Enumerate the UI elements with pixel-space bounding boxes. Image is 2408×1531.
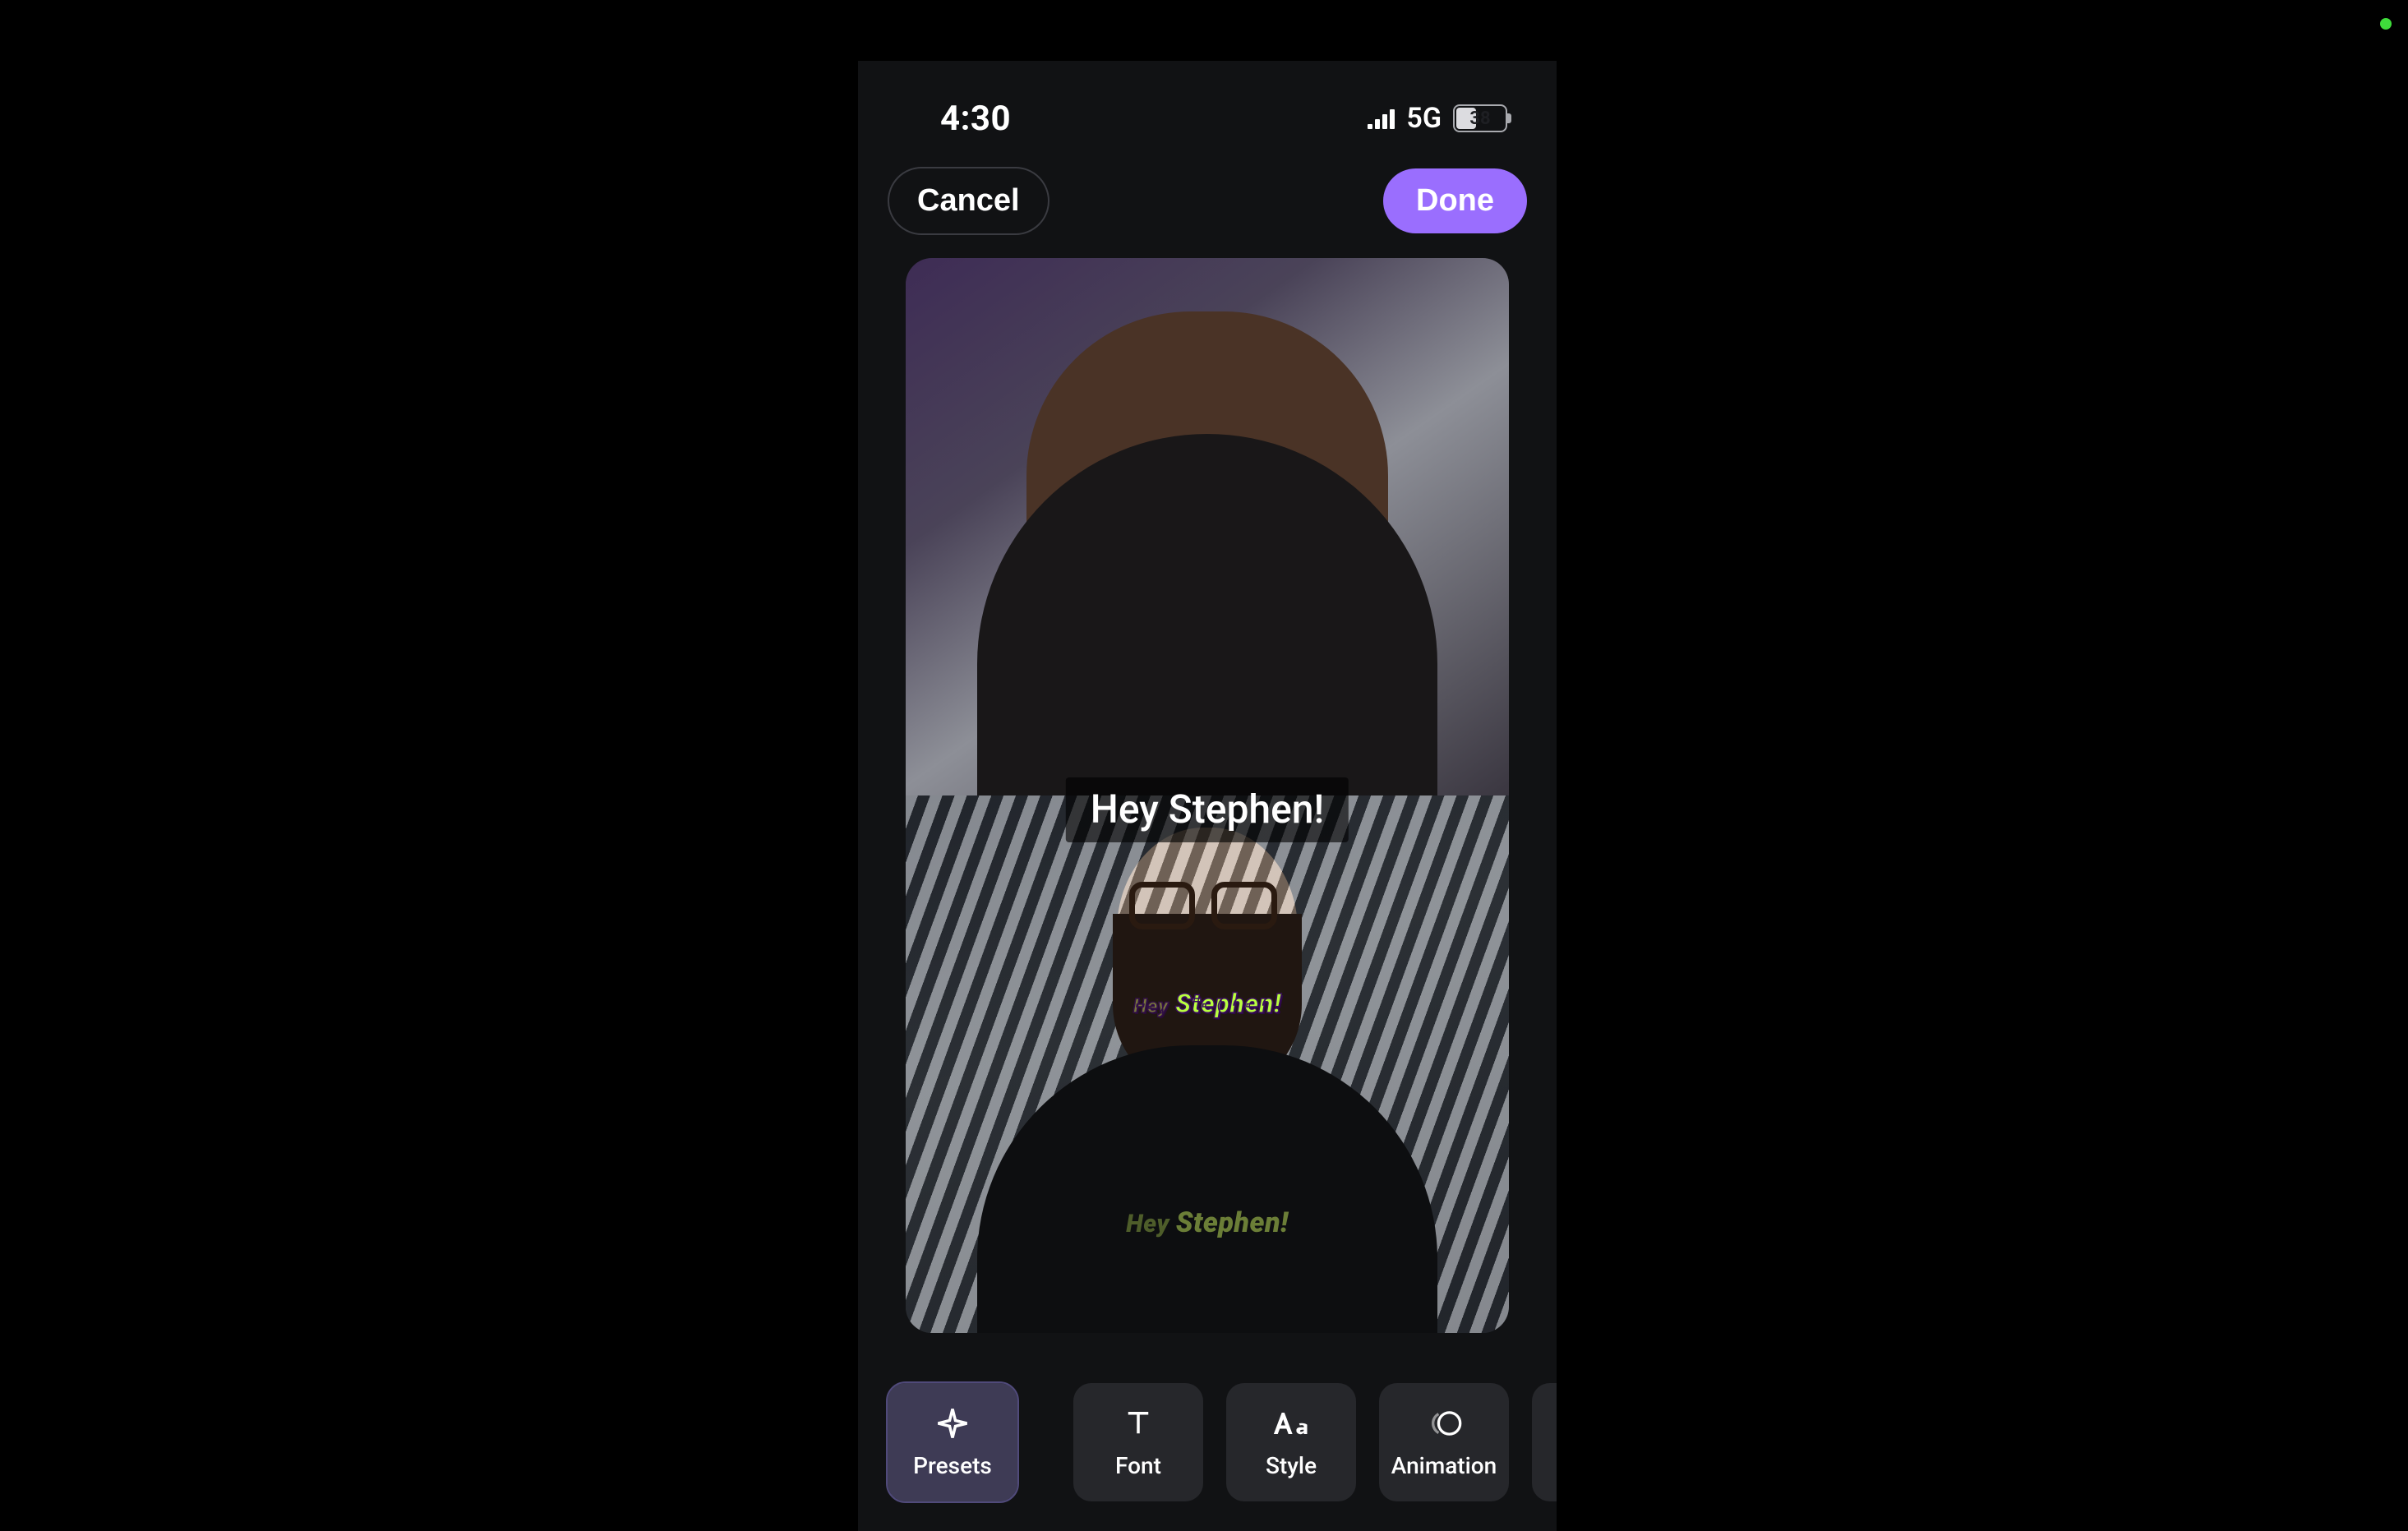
battery-percent: 38	[1469, 108, 1490, 129]
status-indicators: 5G 38	[1368, 102, 1507, 135]
sparkle-icon	[935, 1406, 970, 1441]
phone-screen: 4:30 5G 38 Cancel Done	[858, 61, 1557, 1531]
caption-word-hey: Hey	[1133, 994, 1168, 1017]
tool-label: Style	[1266, 1452, 1317, 1479]
battery-icon: 38	[1453, 104, 1507, 132]
caption-toolbar[interactable]: Presets Font Style Animation	[888, 1383, 1557, 1501]
caption-word-hey: Hey	[1126, 1210, 1169, 1238]
background-pattern	[906, 795, 1509, 1333]
app-stage: 4:30 5G 38 Cancel Done	[0, 0, 2408, 1531]
editor-nav: Cancel Done	[858, 159, 1557, 242]
signal-bars-icon	[1368, 108, 1395, 129]
tool-font[interactable]: Font	[1073, 1383, 1203, 1501]
tool-style[interactable]: Style	[1226, 1383, 1356, 1501]
status-bar: 4:30 5G 38	[858, 85, 1557, 151]
caption-preset-muted[interactable]: Hey Stephen!	[1126, 1206, 1288, 1239]
video-preview[interactable]: Hey Stephen! Hey Stephen! Hey Stephen!	[906, 258, 1509, 1333]
person-silhouette	[1026, 311, 1388, 837]
preview-speaker-2	[906, 795, 1509, 1333]
motion-circles-icon	[1425, 1406, 1463, 1441]
cancel-button[interactable]: Cancel	[888, 167, 1049, 235]
caption-preset-neon[interactable]: Hey Stephen!	[1133, 988, 1281, 1019]
done-button[interactable]: Done	[1383, 168, 1527, 233]
text-type-icon	[1121, 1406, 1156, 1441]
tool-label: Presets	[913, 1452, 992, 1479]
status-time: 4:30	[940, 99, 1011, 139]
caption-word-stephen: Stephen!	[1176, 1206, 1289, 1239]
tool-next-peek[interactable]	[1532, 1383, 1557, 1501]
tool-animation[interactable]: Animation	[1379, 1383, 1509, 1501]
tool-label: Animation	[1391, 1452, 1497, 1479]
aa-style-icon	[1270, 1406, 1312, 1441]
preview-speaker-1	[906, 258, 1509, 795]
caption-word-stephen: Stephen!	[1175, 988, 1281, 1019]
tool-label: Font	[1115, 1452, 1161, 1479]
glasses-icon	[1129, 882, 1285, 929]
tool-presets[interactable]: Presets	[888, 1383, 1017, 1501]
caption-preset-basic[interactable]: Hey Stephen!	[1066, 777, 1349, 842]
recording-indicator-dot	[2380, 18, 2392, 30]
network-type: 5G	[1406, 102, 1442, 135]
